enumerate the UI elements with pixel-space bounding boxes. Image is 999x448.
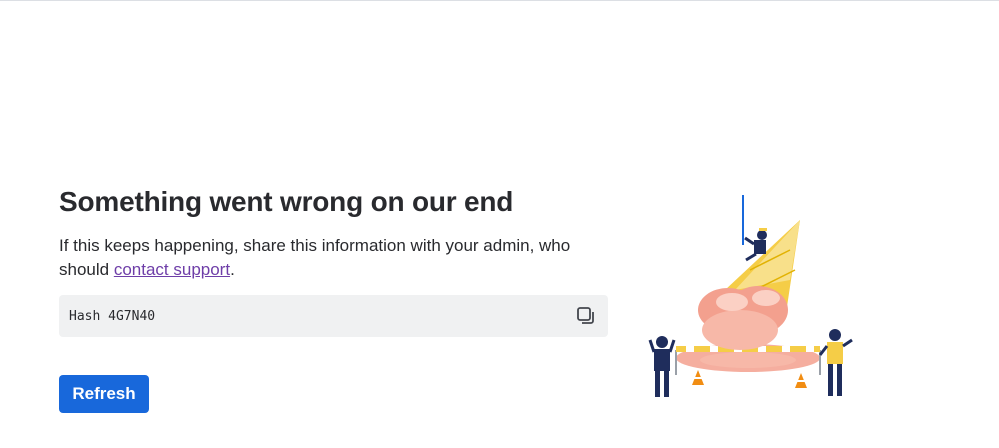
error-title: Something went wrong on our end xyxy=(59,186,514,217)
copy-icon xyxy=(577,307,594,324)
error-hash-box: Hash 4G7N40 xyxy=(59,295,608,337)
top-divider xyxy=(0,0,999,1)
error-message-end: . xyxy=(230,260,235,279)
contact-support-link[interactable]: contact support xyxy=(114,260,230,279)
error-message: If this keeps happening, share this info… xyxy=(59,234,604,282)
refresh-button[interactable]: Refresh xyxy=(59,375,149,413)
copy-hash-button[interactable] xyxy=(574,304,598,328)
error-hash: Hash 4G7N40 xyxy=(69,308,156,324)
melted-ice-cream-illustration xyxy=(648,195,853,397)
error-panel: Something went wrong on our end If this … xyxy=(59,184,619,413)
